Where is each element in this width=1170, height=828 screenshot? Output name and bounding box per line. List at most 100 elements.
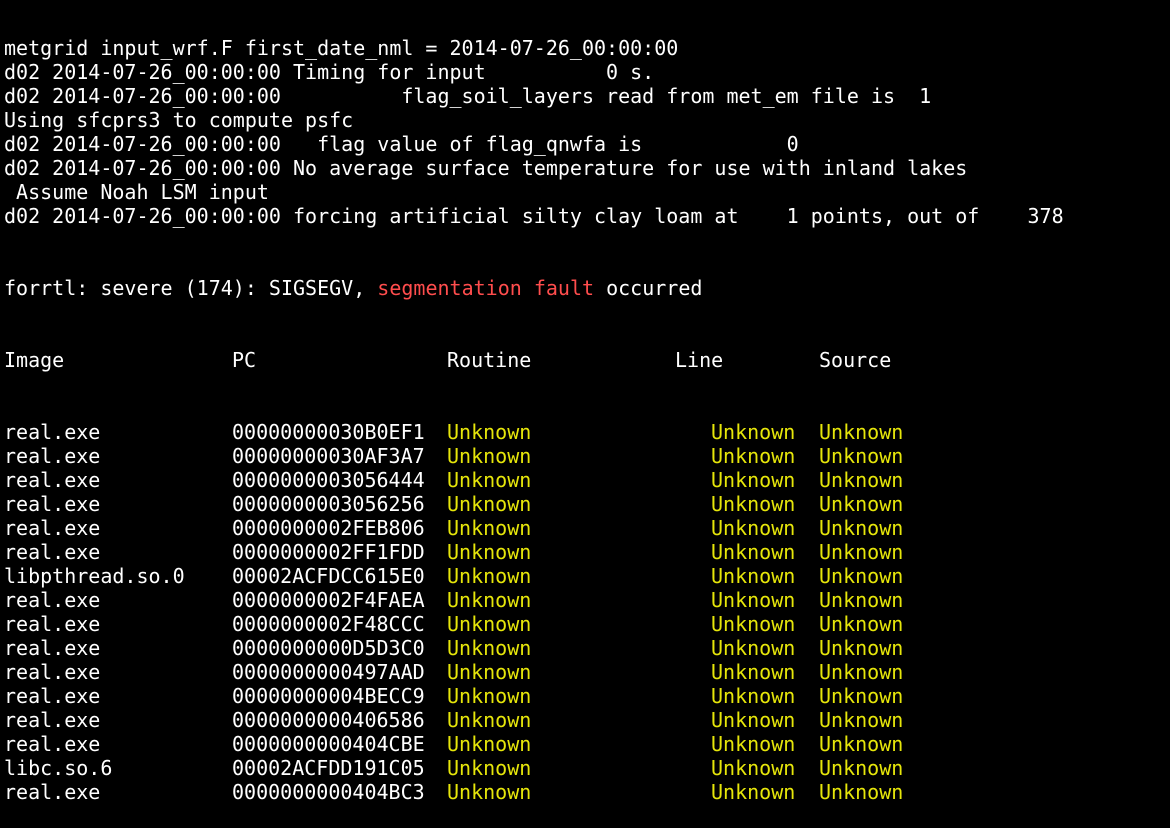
traceback-row: real.exe 0000000000497AAD Unknown Unknown Un… xyxy=(4,660,1170,684)
traceback-row: libpthread.so.0 00002ACFDCC615E0 Unknown Un… xyxy=(4,564,1170,588)
row-source: Unknown xyxy=(819,732,904,756)
row-image: real.exe xyxy=(4,516,101,540)
row-image: real.exe xyxy=(4,420,101,444)
row-pc: 0000000000D5D3C0 xyxy=(232,636,425,660)
traceback-rows: real.exe 00000000030B0EF1 Unknown Unknown Un… xyxy=(4,420,1170,804)
row-line: Unknown xyxy=(711,660,796,684)
traceback-row: real.exe 0000000000D5D3C0 Unknown Unknown Un… xyxy=(4,636,1170,660)
row-routine: Unknown xyxy=(447,444,532,468)
traceback-row: real.exe 0000000003056444 Unknown Unknown Un… xyxy=(4,468,1170,492)
error-prefix: forrtl: severe (174): SIGSEGV, xyxy=(4,276,378,300)
row-pc: 00002ACFDCC615E0 xyxy=(232,564,425,588)
row-pc: 0000000000406586 xyxy=(232,708,425,732)
row-pc: 0000000002F4FAEA xyxy=(232,588,425,612)
row-line: Unknown xyxy=(711,444,796,468)
log-line: Using sfcprs3 to compute psfc xyxy=(4,108,354,132)
row-pc: 00000000030B0EF1 xyxy=(232,420,425,444)
row-routine: Unknown xyxy=(447,564,532,588)
row-line: Unknown xyxy=(711,780,796,804)
terminal-window[interactable]: metgrid input_wrf.F first_date_nml = 201… xyxy=(0,0,1170,804)
row-line: Unknown xyxy=(711,588,796,612)
row-pc: 0000000003056444 xyxy=(232,468,425,492)
row-line: Unknown xyxy=(711,732,796,756)
row-line: Unknown xyxy=(711,636,796,660)
row-pc: 0000000000404CBE xyxy=(232,732,425,756)
traceback-header: Image PC Routine Line Source xyxy=(4,348,1170,372)
row-image: real.exe xyxy=(4,684,101,708)
traceback-row: real.exe 0000000002FEB806 Unknown Unknown Un… xyxy=(4,516,1170,540)
row-source: Unknown xyxy=(819,540,904,564)
row-routine: Unknown xyxy=(447,420,532,444)
header-image: Image xyxy=(4,348,65,372)
row-image: libpthread.so.0 xyxy=(4,564,185,588)
row-routine: Unknown xyxy=(447,708,532,732)
row-source: Unknown xyxy=(819,612,904,636)
row-line: Unknown xyxy=(711,468,796,492)
traceback-row: real.exe 0000000000404BC3 Unknown Unknown Un… xyxy=(4,780,1170,804)
row-line: Unknown xyxy=(711,564,796,588)
traceback-row: real.exe 00000000030AF3A7 Unknown Unknown Un… xyxy=(4,444,1170,468)
row-line: Unknown xyxy=(711,708,796,732)
row-source: Unknown xyxy=(819,516,904,540)
header-pc: PC xyxy=(232,348,257,372)
row-routine: Unknown xyxy=(447,516,532,540)
row-line: Unknown xyxy=(711,516,796,540)
row-routine: Unknown xyxy=(447,636,532,660)
row-image: real.exe xyxy=(4,612,101,636)
row-image: libc.so.6 xyxy=(4,756,113,780)
row-pc: 0000000002FEB806 xyxy=(232,516,425,540)
row-routine: Unknown xyxy=(447,468,532,492)
row-pc: 0000000002FF1FDD xyxy=(232,540,425,564)
row-source: Unknown xyxy=(819,468,904,492)
row-source: Unknown xyxy=(819,420,904,444)
error-suffix: occurred xyxy=(594,276,703,300)
row-routine: Unknown xyxy=(447,756,532,780)
row-source: Unknown xyxy=(819,660,904,684)
traceback-row: real.exe 0000000000406586 Unknown Unknown Un… xyxy=(4,708,1170,732)
row-source: Unknown xyxy=(819,756,904,780)
row-pc: 0000000002F48CCC xyxy=(232,612,425,636)
row-pc: 0000000003056256 xyxy=(232,492,425,516)
row-pc: 0000000000404BC3 xyxy=(232,780,425,804)
header-routine: Routine xyxy=(447,348,532,372)
row-line: Unknown xyxy=(711,540,796,564)
traceback-row: real.exe 0000000003056256 Unknown Unknown Un… xyxy=(4,492,1170,516)
row-line: Unknown xyxy=(711,684,796,708)
log-line: d02 2014-07-26_00:00:00 flag_soil_layers… xyxy=(4,84,932,108)
log-line: metgrid input_wrf.F first_date_nml = 201… xyxy=(4,36,679,60)
row-routine: Unknown xyxy=(447,612,532,636)
error-highlight: segmentation fault xyxy=(377,276,595,300)
row-source: Unknown xyxy=(819,708,904,732)
header-line: Line xyxy=(675,348,724,372)
row-source: Unknown xyxy=(819,564,904,588)
row-source: Unknown xyxy=(819,684,904,708)
row-image: real.exe xyxy=(4,444,101,468)
row-line: Unknown xyxy=(711,612,796,636)
row-routine: Unknown xyxy=(447,540,532,564)
row-image: real.exe xyxy=(4,588,101,612)
row-pc: 00000000030AF3A7 xyxy=(232,444,425,468)
header-source: Source xyxy=(819,348,892,372)
traceback-row: real.exe 0000000000404CBE Unknown Unknown Un… xyxy=(4,732,1170,756)
row-pc: 00000000004BECC9 xyxy=(232,684,425,708)
traceback-row: real.exe 0000000002F4FAEA Unknown Unknown Un… xyxy=(4,588,1170,612)
row-source: Unknown xyxy=(819,444,904,468)
log-line: d02 2014-07-26_00:00:00 flag value of fl… xyxy=(4,132,799,156)
row-source: Unknown xyxy=(819,492,904,516)
log-line: d02 2014-07-26_00:00:00 forcing artifici… xyxy=(4,204,1064,228)
traceback-row: real.exe 00000000030B0EF1 Unknown Unknown Un… xyxy=(4,420,1170,444)
traceback-row: real.exe 00000000004BECC9 Unknown Unknown Un… xyxy=(4,684,1170,708)
traceback-row: real.exe 0000000002F48CCC Unknown Unknown Un… xyxy=(4,612,1170,636)
traceback-row: real.exe 0000000002FF1FDD Unknown Unknown Un… xyxy=(4,540,1170,564)
row-image: real.exe xyxy=(4,468,101,492)
row-routine: Unknown xyxy=(447,732,532,756)
row-line: Unknown xyxy=(711,420,796,444)
row-routine: Unknown xyxy=(447,492,532,516)
row-pc: 00002ACFDD191C05 xyxy=(232,756,425,780)
row-image: real.exe xyxy=(4,780,101,804)
row-image: real.exe xyxy=(4,732,101,756)
log-line: d02 2014-07-26_00:00:00 Timing for input… xyxy=(4,60,655,84)
row-routine: Unknown xyxy=(447,684,532,708)
log-line: d02 2014-07-26_00:00:00 No average surfa… xyxy=(4,156,968,180)
row-routine: Unknown xyxy=(447,588,532,612)
